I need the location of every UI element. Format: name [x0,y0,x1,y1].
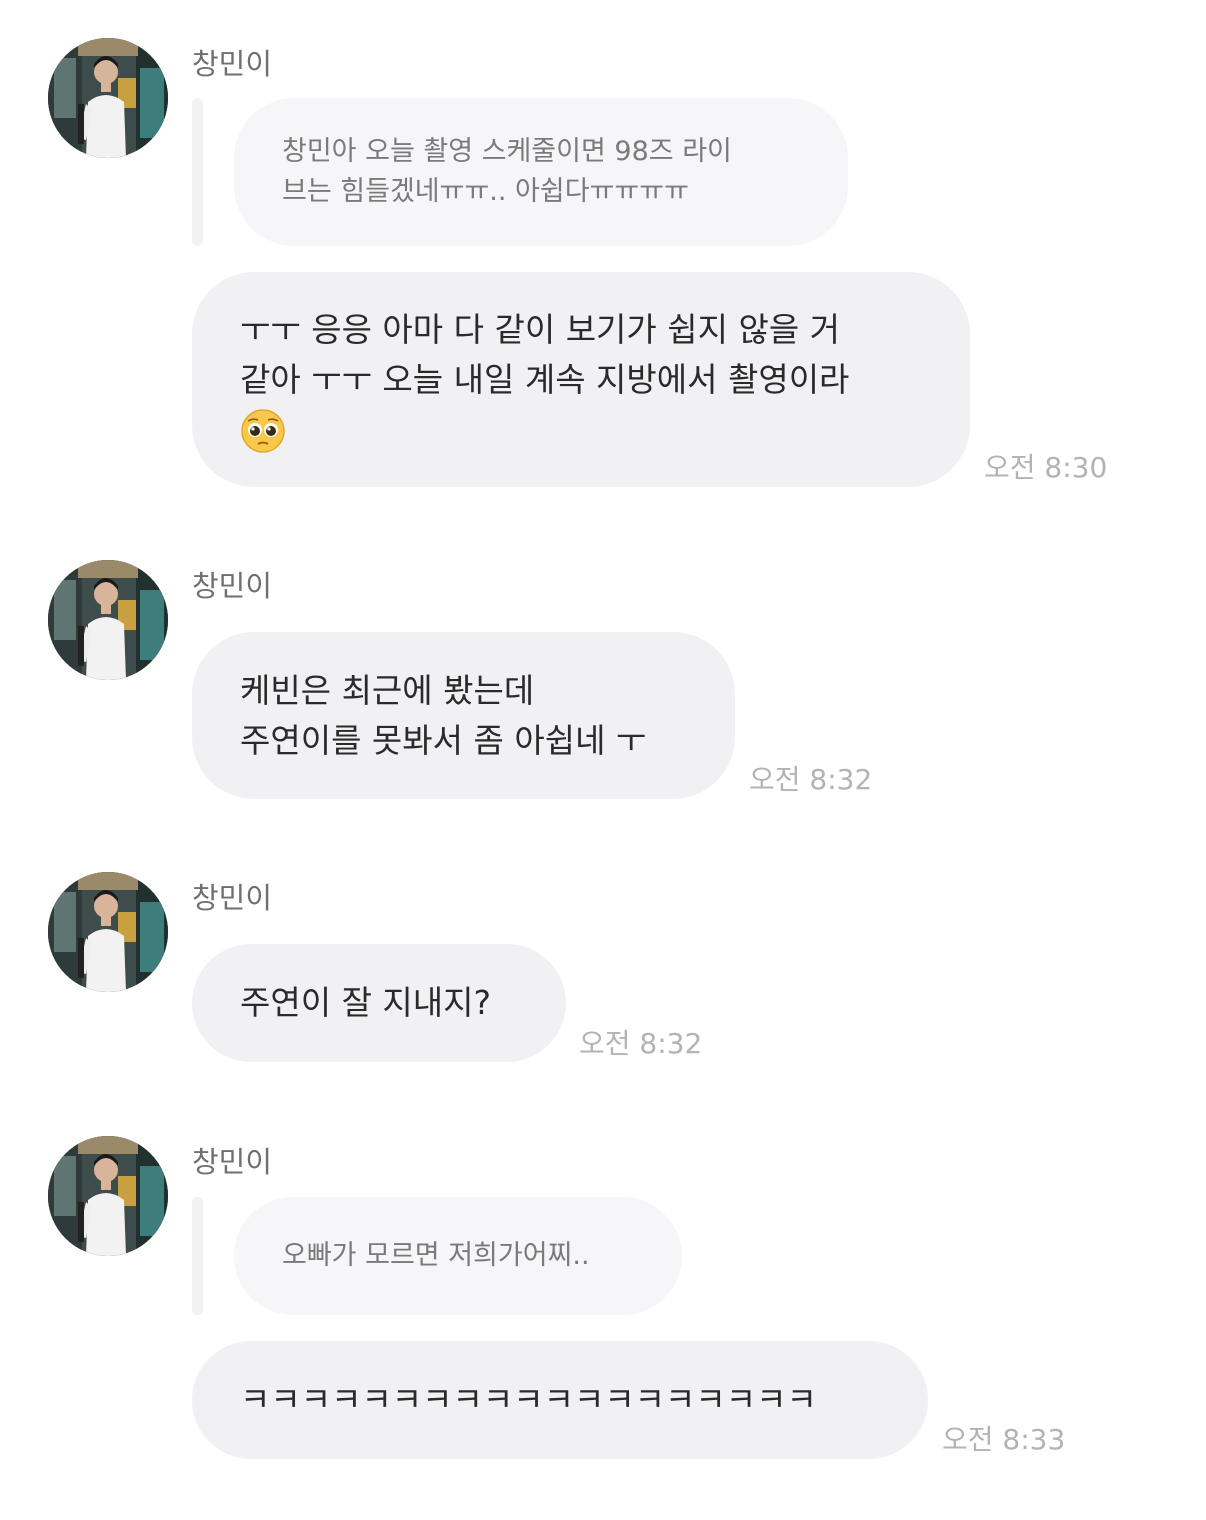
avatar-photo [48,1136,168,1256]
message-bubble[interactable]: 주연이 잘 지내지? [192,944,566,1062]
message-bubble[interactable]: ㅋㅋㅋㅋㅋㅋㅋㅋㅋㅋㅋㅋㅋㅋㅋㅋㅋㅋㅋ [192,1341,928,1459]
message-bubble[interactable]: 케빈은 최근에 봤는데 주연이를 못봐서 좀 아쉽네 ㅜ [192,632,735,799]
quoted-message[interactable]: 창민아 오늘 촬영 스케줄이면 98즈 라이 브는 힘들겠네ㅠㅠ.. 아쉽다ㅠㅠ… [234,98,848,246]
avatar-photo [48,560,168,680]
message-timestamp: 오전 8:33 [942,1423,1066,1456]
quoted-message-line: 브는 힘들겠네ㅠㅠ.. 아쉽다ㅠㅠㅠㅠ [282,176,689,207]
quote-bar [192,98,203,246]
avatar[interactable] [48,872,168,992]
avatar[interactable] [48,1136,168,1256]
message-bubble[interactable]: ㅜㅜ 응응 아마 다 같이 보기가 쉽지 않을 거 같아 ㅜㅜ 오늘 내일 계속… [192,272,970,487]
message-line: ㅋㅋㅋㅋㅋㅋㅋㅋㅋㅋㅋㅋㅋㅋㅋㅋㅋㅋㅋ [240,1380,817,1419]
avatar[interactable] [48,560,168,680]
message-timestamp: 오전 8:32 [749,763,873,796]
sender-name: 창민이 [192,1145,273,1179]
quoted-message[interactable]: 오빠가 모르면 저희가어찌.. [234,1197,682,1315]
message-line: 주연이 잘 지내지? [240,983,492,1022]
avatar-photo [48,872,168,992]
quoted-message-line: 오빠가 모르면 저희가어찌.. [282,1240,590,1271]
pleading-face-emoji [241,409,285,453]
sender-name: 창민이 [192,881,273,915]
message-line: 케빈은 최근에 봤는데 [240,670,535,710]
avatar-photo [48,38,168,158]
message-line: 같아 ㅜㅜ 오늘 내일 계속 지방에서 촬영이라 [240,359,850,399]
avatar[interactable] [48,38,168,158]
sender-name: 창민이 [192,47,273,81]
message-line: ㅜㅜ 응응 아마 다 같이 보기가 쉽지 않을 거 [240,309,841,349]
message-line: 주연이를 못봐서 좀 아쉽네 ㅜ [240,720,647,760]
quote-bar [192,1197,203,1315]
message-timestamp: 오전 8:32 [579,1027,703,1060]
quoted-message-line: 창민아 오늘 촬영 스케줄이면 98즈 라이 [282,136,732,167]
sender-name: 창민이 [192,569,273,603]
message-timestamp: 오전 8:30 [984,451,1108,484]
